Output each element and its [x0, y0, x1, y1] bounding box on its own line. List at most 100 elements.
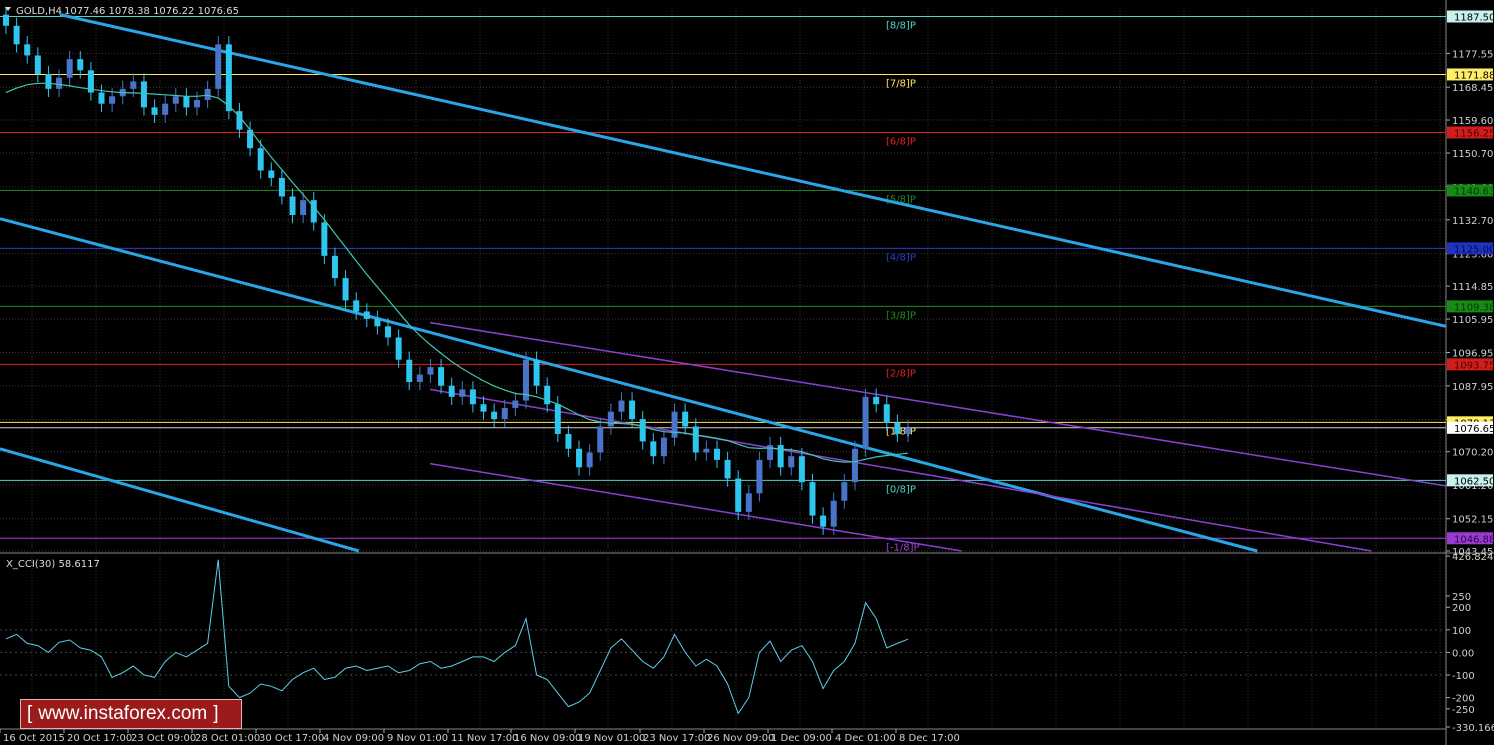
candle-body: [215, 44, 222, 89]
price-tick-label: 1087.95: [1452, 382, 1493, 393]
candle-body: [905, 427, 911, 434]
candle-body: [66, 59, 73, 78]
time-tick-label: 4 Nov 09:00: [323, 733, 384, 744]
candle-body: [469, 389, 476, 405]
candle-body: [713, 448, 720, 460]
time-tick-label: 11 Nov 17:00: [451, 733, 518, 744]
candle-body: [894, 422, 901, 434]
price-tick-label: 1105.95: [1452, 315, 1493, 326]
candle-body: [830, 500, 837, 527]
time-tick-label: 28 Oct 01:00: [195, 733, 260, 744]
candle-body: [533, 359, 540, 386]
candle-body: [56, 77, 63, 89]
candle-body: [353, 300, 360, 312]
time-tick-label: 9 Nov 01:00: [387, 733, 448, 744]
candle-body: [172, 96, 179, 104]
candle-body: [745, 493, 752, 512]
candle-body: [650, 441, 657, 457]
candle-body: [109, 96, 116, 104]
price-tick-label: 1114.85: [1452, 282, 1493, 293]
price-tag-label: 1125.00: [1454, 244, 1494, 255]
price-chart[interactable]: [8/8]P[7/8]P[6/8]P[5/8]P[4/8]P[3/8]P[2/8…: [0, 0, 1494, 745]
candle-body: [671, 411, 678, 438]
time-tick-label: 20 Oct 17:00: [67, 733, 132, 744]
instaforex-logo: [www.instaforex.com]: [20, 699, 242, 729]
candle-body: [851, 448, 858, 483]
candle-body: [565, 433, 572, 449]
candle-body: [194, 99, 201, 108]
candle-body: [268, 170, 275, 178]
time-tick-label: 16 Oct 2015: [3, 733, 65, 744]
candle-body: [448, 385, 455, 397]
candle-body: [300, 200, 307, 216]
candle-body: [629, 400, 636, 420]
candle-body: [512, 400, 519, 408]
price-tick-label: 1159.60: [1452, 116, 1493, 127]
candle-body: [427, 367, 434, 375]
symbol-label: GOLD,H4: [16, 6, 62, 17]
candle-body: [24, 44, 31, 56]
candle-body: [34, 55, 41, 75]
candle-body: [767, 445, 774, 460]
candle-body: [13, 25, 20, 45]
candle-body: [703, 448, 710, 453]
candle-body: [724, 459, 731, 479]
candle-body: [406, 359, 413, 382]
candle-body: [257, 148, 264, 171]
candle-body: [809, 482, 816, 516]
price-tick-label: 1070.20: [1452, 448, 1493, 459]
candle-body: [385, 326, 392, 338]
time-tick-label: 1 Dec 09:00: [771, 733, 832, 744]
candle-body: [363, 311, 370, 319]
logo-bracket-right: ]: [213, 703, 219, 724]
candle-body: [798, 456, 805, 483]
price-tick-label: 1168.45: [1452, 83, 1493, 94]
cci-tick-label: 250: [1452, 592, 1471, 603]
candle-body: [788, 456, 795, 468]
murrey-level-label: [2/8]P: [886, 368, 916, 379]
candle-body: [321, 222, 328, 256]
candle-body: [3, 14, 9, 26]
candle-body: [310, 200, 317, 223]
price-tag-label: 1046.88: [1454, 534, 1494, 545]
candle-body: [98, 92, 105, 104]
cci-tick-label: 426.8245: [1452, 552, 1494, 563]
cci-tick-label: 100: [1452, 626, 1471, 637]
candle-body: [682, 411, 689, 427]
candle-body: [756, 459, 763, 494]
cci-tick-label: -250: [1452, 705, 1475, 716]
current-price-label: 1076.65: [1454, 424, 1494, 435]
candle-body: [130, 81, 137, 89]
price-tag-label: 1062.50: [1454, 476, 1494, 487]
murrey-level-label: [6/8]P: [886, 136, 916, 147]
time-tick-label: 16 Nov 09:00: [514, 733, 581, 744]
candle-body: [438, 367, 445, 386]
murrey-level-label: [0/8]P: [886, 484, 916, 495]
candle-body: [151, 107, 158, 115]
candle-body: [480, 404, 487, 412]
price-tick-label: 1177.55: [1452, 49, 1493, 60]
price-tag-label: 1140.63: [1454, 186, 1494, 197]
price-tick-label: 1096.95: [1452, 348, 1493, 359]
candle-body: [183, 96, 190, 108]
price-tick-label: 1132.70: [1452, 216, 1493, 227]
candle-body: [416, 374, 423, 382]
candle-body: [45, 74, 52, 89]
logo-bracket-left: [: [27, 703, 33, 724]
murrey-level-label: [8/8]P: [886, 21, 916, 32]
price-tag-label: 1109.38: [1454, 302, 1494, 313]
candle-body: [873, 396, 880, 405]
time-tick-label: 4 Dec 01:00: [835, 733, 896, 744]
time-tick-label: 8 Dec 17:00: [899, 733, 960, 744]
candle-body: [735, 478, 742, 512]
candle-body: [820, 515, 827, 527]
cci-tick-label: 200: [1452, 603, 1471, 614]
price-axis: 1177.551168.451159.601150.701141.601132.…: [1446, 10, 1494, 558]
candle-body: [491, 411, 498, 420]
price-tag-label: 1093.75: [1454, 360, 1494, 371]
candle-body: [140, 81, 147, 108]
price-tag-label: 1171.88: [1454, 70, 1494, 81]
candle-body: [597, 426, 604, 453]
murrey-level-label: [4/8]P: [886, 252, 916, 263]
price-tick-label: 1150.70: [1452, 149, 1493, 160]
